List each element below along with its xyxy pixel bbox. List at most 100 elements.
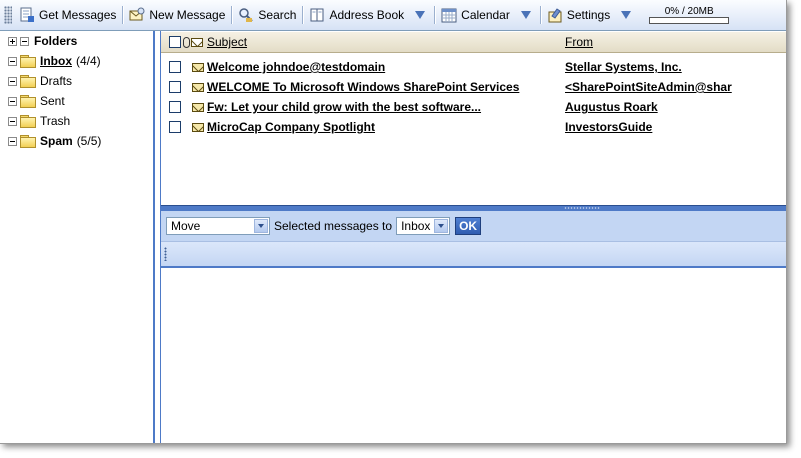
folder-label[interactable]: Inbox (40, 54, 72, 68)
folders-root[interactable]: Folders (4, 31, 153, 51)
toolbar-separator (539, 6, 541, 24)
calendar-label: Calendar (461, 8, 510, 22)
folder-label[interactable]: Trash (40, 114, 70, 128)
target-folder-value: Inbox (401, 219, 431, 233)
get-messages-button[interactable]: Get Messages (16, 4, 119, 26)
collapse-icon[interactable] (8, 136, 17, 146)
preview-pane (161, 268, 786, 443)
folder-label[interactable]: Sent (40, 94, 65, 108)
read-status-column-icon (191, 37, 203, 47)
collapse-icon[interactable] (8, 96, 17, 106)
chevron-down-icon[interactable] (254, 219, 268, 233)
folder-label[interactable]: Drafts (40, 74, 72, 88)
folder-icon (20, 115, 36, 128)
quota-text: 0% / 20MB (664, 6, 714, 17)
chevron-down-icon[interactable] (434, 219, 449, 233)
splitter-grip-icon (564, 207, 600, 209)
message-subject[interactable]: Welcome johndoe@testdomain (207, 60, 385, 74)
folders-title: Folders (34, 34, 78, 48)
message-from[interactable]: <SharePointSiteAdmin@shar (565, 80, 732, 94)
settings-icon (547, 7, 563, 23)
message-checkbox[interactable] (169, 101, 181, 113)
toolbar-grip[interactable] (4, 6, 12, 24)
selected-messages-label: Selected messages to (274, 219, 393, 233)
address-book-icon (309, 7, 325, 23)
new-message-label: New Message (149, 8, 226, 22)
calendar-icon (441, 7, 457, 23)
folder-icon (20, 135, 36, 148)
folder-count: (4/4) (76, 54, 101, 68)
folder-item-sent[interactable]: Sent (4, 91, 153, 111)
toolbar-separator (231, 6, 233, 24)
unread-envelope-icon (192, 102, 204, 112)
get-messages-label: Get Messages (39, 8, 117, 22)
message-subject[interactable]: MicroCap Company Spotlight (207, 120, 375, 134)
collapse-icon[interactable] (8, 116, 17, 126)
get-messages-icon (19, 7, 35, 23)
new-message-button[interactable]: New Message (126, 4, 228, 26)
settings-dropdown-icon[interactable] (621, 11, 632, 19)
table-row[interactable]: Welcome johndoe@testdomain Stellar Syste… (161, 57, 786, 77)
toolbar-separator (302, 6, 304, 24)
attachment-column-icon (183, 36, 190, 48)
subject-column-header[interactable]: Subject (207, 35, 247, 49)
message-action-bar: Move Selected messages to Inbox OK (161, 211, 786, 242)
table-row[interactable]: MicroCap Company Spotlight InvestorsGuid… (161, 117, 786, 137)
message-list: Welcome johndoe@testdomain Stellar Syste… (161, 53, 786, 205)
address-book-label: Address Book (329, 8, 405, 22)
select-all-checkbox[interactable] (169, 36, 181, 48)
folder-item-spam[interactable]: Spam (5/5) (4, 131, 153, 151)
preview-toolbar-grip[interactable] (164, 247, 167, 261)
folder-icon (20, 95, 36, 108)
unread-envelope-icon (192, 122, 204, 132)
from-column-header[interactable]: From (565, 35, 593, 49)
message-checkbox[interactable] (169, 61, 181, 73)
search-button[interactable]: Search (235, 4, 299, 26)
unread-envelope-icon (192, 62, 204, 72)
message-from[interactable]: Augustus Roark (565, 100, 658, 114)
table-row[interactable]: WELCOME To Microsoft Windows SharePoint … (161, 77, 786, 97)
unread-envelope-icon (192, 82, 204, 92)
message-subject[interactable]: WELCOME To Microsoft Windows SharePoint … (207, 80, 519, 94)
target-folder-select[interactable]: Inbox (396, 217, 451, 235)
mail-window: Get Messages New Message Search Address … (0, 0, 787, 444)
message-pane: Subject From Welcome johndoe@testdomain … (160, 31, 786, 443)
folder-label[interactable]: Spam (40, 134, 73, 148)
calendar-dropdown-icon[interactable] (520, 11, 531, 19)
search-icon (238, 7, 254, 23)
collapse-icon[interactable] (20, 36, 29, 46)
message-list-header: Subject From (161, 31, 786, 53)
folder-pane: Folders Inbox (4/4) Drafts Sent Trash Sp… (4, 31, 155, 443)
folder-count: (5/5) (76, 134, 102, 148)
message-from[interactable]: InvestorsGuide (565, 120, 652, 134)
mailbox-quota: 0% / 20MB (649, 6, 730, 24)
folder-item-trash[interactable]: Trash (4, 111, 153, 131)
address-book-button[interactable]: Address Book (306, 4, 407, 26)
settings-button[interactable]: Settings (544, 4, 613, 26)
expand-all-icon[interactable] (8, 36, 17, 46)
settings-label: Settings (566, 8, 611, 22)
ok-button[interactable]: OK (455, 217, 482, 235)
action-select-value: Move (171, 219, 201, 233)
address-book-dropdown-icon[interactable] (415, 11, 426, 19)
collapse-icon[interactable] (8, 76, 17, 86)
folder-icon (20, 55, 36, 68)
search-label: Search (258, 8, 297, 22)
collapse-icon[interactable] (8, 56, 17, 66)
preview-toolbar (161, 242, 786, 268)
toolbar-separator (434, 6, 436, 24)
toolbar-separator (122, 6, 124, 24)
message-subject[interactable]: Fw: Let your child grow with the best so… (207, 100, 481, 114)
action-select[interactable]: Move (166, 217, 270, 235)
main-toolbar: Get Messages New Message Search Address … (0, 0, 786, 31)
message-checkbox[interactable] (169, 121, 181, 133)
message-checkbox[interactable] (169, 81, 181, 93)
folder-item-inbox[interactable]: Inbox (4/4) (4, 51, 153, 71)
folder-icon (20, 75, 36, 88)
quota-bar (649, 17, 730, 24)
new-message-icon (129, 7, 145, 23)
message-from[interactable]: Stellar Systems, Inc. (565, 60, 682, 74)
calendar-button[interactable]: Calendar (438, 4, 513, 26)
folder-item-drafts[interactable]: Drafts (4, 71, 153, 91)
table-row[interactable]: Fw: Let your child grow with the best so… (161, 97, 786, 117)
